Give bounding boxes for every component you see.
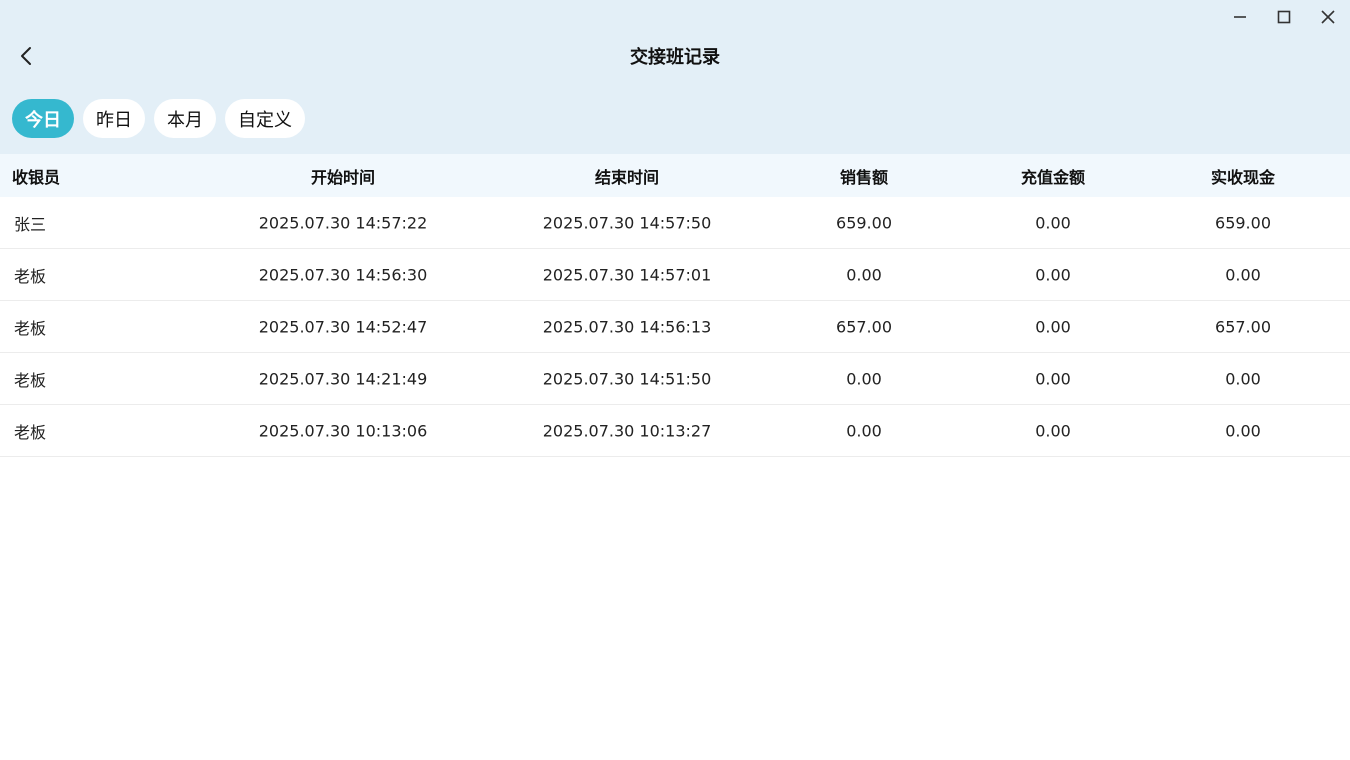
column-header-sales: 销售额	[839, 167, 889, 187]
table-row[interactable]: 老板 2025.07.30 14:56:30 2025.07.30 14:57:…	[0, 249, 1350, 301]
table-row[interactable]: 老板 2025.07.30 14:21:49 2025.07.30 14:51:…	[0, 353, 1350, 405]
page-title: 交接班记录	[630, 47, 720, 68]
cell-end-time: 2025.07.30 14:56:13	[542, 317, 712, 336]
cell-recharge: 0.00	[1035, 213, 1071, 232]
cell-sales: 657.00	[836, 317, 892, 336]
close-icon[interactable]	[1308, 4, 1348, 30]
table-row[interactable]: 张三 2025.07.30 14:57:22 2025.07.30 14:57:…	[0, 197, 1350, 249]
cell-cashier: 老板	[14, 370, 47, 390]
cell-cash: 0.00	[1225, 369, 1261, 388]
cell-start-time: 2025.07.30 14:57:22	[258, 213, 428, 232]
column-header-start-time: 开始时间	[310, 167, 376, 187]
filter-yesterday[interactable]: 昨日	[83, 99, 145, 138]
column-header-cashier: 收银员	[12, 167, 61, 187]
column-header-end-time: 结束时间	[594, 167, 660, 187]
column-header-cash: 实收现金	[1210, 167, 1276, 187]
cell-recharge: 0.00	[1035, 265, 1071, 284]
cell-end-time: 2025.07.30 14:57:01	[542, 265, 712, 284]
cell-end-time: 2025.07.30 14:51:50	[542, 369, 712, 388]
filter-custom[interactable]: 自定义	[225, 99, 305, 138]
table-header: 收银员 开始时间 结束时间 销售额 充值金额 实收现金	[0, 154, 1350, 197]
filter-this-month[interactable]: 本月	[154, 99, 216, 138]
cell-sales: 0.00	[846, 265, 882, 284]
column-header-recharge: 充值金额	[1020, 167, 1086, 187]
cell-cash: 659.00	[1215, 213, 1271, 232]
table-row[interactable]: 老板 2025.07.30 10:13:06 2025.07.30 10:13:…	[0, 405, 1350, 457]
cell-start-time: 2025.07.30 14:52:47	[258, 317, 428, 336]
filter-today[interactable]: 今日	[12, 99, 74, 138]
date-filter-group: 今日 昨日 本月 自定义	[12, 99, 305, 138]
cell-start-time: 2025.07.30 10:13:06	[258, 421, 428, 440]
cell-cashier: 老板	[14, 266, 47, 286]
table-body: 张三 2025.07.30 14:57:22 2025.07.30 14:57:…	[0, 197, 1350, 457]
cell-end-time: 2025.07.30 14:57:50	[542, 213, 712, 232]
cell-sales: 0.00	[846, 421, 882, 440]
cell-recharge: 0.00	[1035, 369, 1071, 388]
table-row[interactable]: 老板 2025.07.30 14:52:47 2025.07.30 14:56:…	[0, 301, 1350, 353]
cell-start-time: 2025.07.30 14:56:30	[258, 265, 428, 284]
cell-end-time: 2025.07.30 10:13:27	[542, 421, 712, 440]
cell-cashier: 老板	[14, 422, 47, 442]
cell-sales: 0.00	[846, 369, 882, 388]
cell-cash: 657.00	[1215, 317, 1271, 336]
cell-cash: 0.00	[1225, 265, 1261, 284]
cell-cashier: 张三	[14, 214, 47, 234]
cell-cashier: 老板	[14, 318, 47, 338]
header-area: 交接班记录 今日 昨日 本月 自定义	[0, 0, 1350, 154]
minimize-icon[interactable]	[1220, 4, 1260, 30]
cell-recharge: 0.00	[1035, 421, 1071, 440]
maximize-icon[interactable]	[1264, 4, 1304, 30]
cell-recharge: 0.00	[1035, 317, 1071, 336]
cell-cash: 0.00	[1225, 421, 1261, 440]
cell-start-time: 2025.07.30 14:21:49	[258, 369, 428, 388]
cell-sales: 659.00	[836, 213, 892, 232]
